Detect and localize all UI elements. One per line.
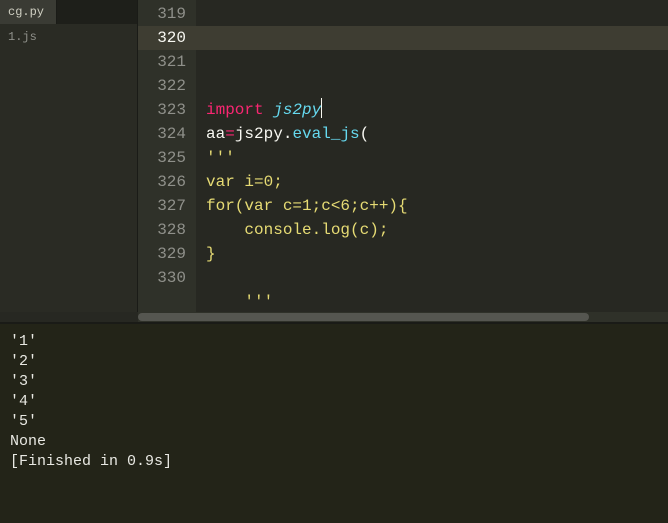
code-token: import xyxy=(206,101,264,119)
code-line[interactable]: } xyxy=(206,242,668,266)
code-line[interactable]: ''' xyxy=(206,290,668,312)
file-item[interactable]: 1.js xyxy=(8,28,137,46)
line-number: 326 xyxy=(138,170,186,194)
code-token: } xyxy=(206,245,216,263)
code-token: ''' xyxy=(206,149,235,167)
line-number: 320 xyxy=(138,26,196,50)
code-token: ( xyxy=(360,125,370,143)
code-editor[interactable]: 319320321322323324325326327328329330 imp… xyxy=(138,0,668,312)
line-number: 319 xyxy=(138,2,186,26)
code-token: js2py xyxy=(273,101,321,119)
code-token: = xyxy=(225,125,235,143)
code-line[interactable]: ''' xyxy=(206,146,668,170)
code-token xyxy=(264,101,274,119)
line-number: 321 xyxy=(138,50,186,74)
line-number: 322 xyxy=(138,74,186,98)
code-line[interactable] xyxy=(206,74,668,98)
sidebar-tab-bar: cg.py xyxy=(0,0,137,24)
code-line[interactable]: import js2py xyxy=(206,98,668,122)
code-token: js2py xyxy=(235,125,283,143)
editor-region: cg.py 1.js 31932032132232332432532632732… xyxy=(0,0,668,312)
code-token: aa xyxy=(206,125,225,143)
text-cursor xyxy=(321,98,322,118)
code-token: var i=0; xyxy=(206,173,283,191)
horizontal-scrollbar[interactable] xyxy=(138,312,668,322)
line-number: 323 xyxy=(138,98,186,122)
line-number: 330 xyxy=(138,266,186,290)
code-line[interactable]: console.log(c); xyxy=(206,218,668,242)
code-area[interactable]: import js2pyaa=js2py.eval_js('''var i=0;… xyxy=(196,0,668,312)
code-token: ''' xyxy=(206,293,273,311)
current-line-highlight xyxy=(196,26,668,50)
horizontal-scrollbar-thumb[interactable] xyxy=(138,313,589,321)
line-number: 329 xyxy=(138,242,186,266)
sidebar: cg.py 1.js xyxy=(0,0,138,312)
line-number: 328 xyxy=(138,218,186,242)
code-line[interactable]: var i=0; xyxy=(206,170,668,194)
output-console[interactable]: '1' '2' '3' '4' '5' None [Finished in 0.… xyxy=(0,324,668,523)
code-line[interactable]: for(var c=1;c<6;c++){ xyxy=(206,194,668,218)
code-token: for(var c=1;c<6;c++){ xyxy=(206,197,408,215)
line-number: 325 xyxy=(138,146,186,170)
line-number: 324 xyxy=(138,122,186,146)
code-token: . xyxy=(283,125,293,143)
code-token: eval_js xyxy=(292,125,359,143)
code-line[interactable] xyxy=(206,266,668,290)
line-number-gutter: 319320321322323324325326327328329330 xyxy=(138,0,196,312)
code-token: console.log(c); xyxy=(206,221,388,239)
code-line[interactable]: aa=js2py.eval_js( xyxy=(206,122,668,146)
file-list: 1.js xyxy=(0,24,137,312)
line-number: 327 xyxy=(138,194,186,218)
sidebar-tab-active[interactable]: cg.py xyxy=(0,0,57,24)
